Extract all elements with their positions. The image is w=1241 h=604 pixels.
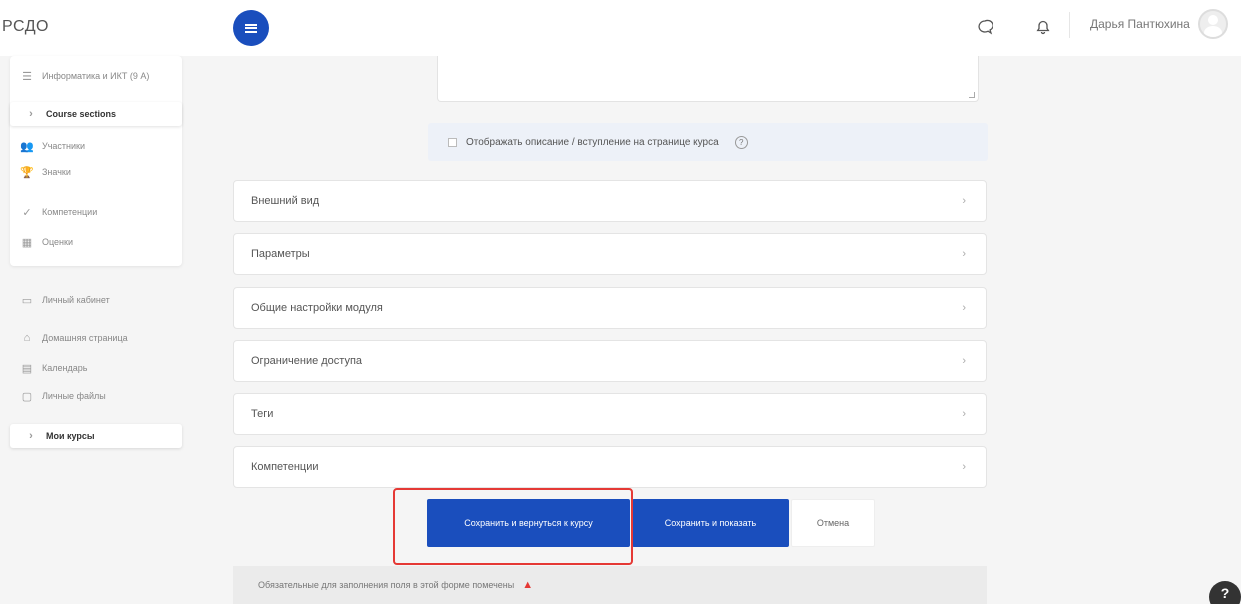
section-competencies[interactable]: Компетенции ›	[233, 446, 987, 488]
sidebar-item-my-courses[interactable]: › Мои курсы	[10, 424, 182, 448]
divider	[1069, 12, 1070, 38]
sidebar-item-course[interactable]: ☰ Информатика и ИКТ (9 А)	[10, 64, 182, 88]
top-navbar: РСДО Дарья Пантюхина	[0, 0, 1241, 56]
description-textarea[interactable]	[437, 56, 979, 102]
menu-toggle-button[interactable]	[233, 10, 269, 46]
chevron-right-icon: ›	[962, 461, 966, 473]
sidebar-item-label: Оценки	[42, 237, 73, 247]
sidebar-item-course-sections[interactable]: › Course sections	[10, 102, 182, 126]
sidebar-item-calendar[interactable]: ▤ Календарь	[10, 356, 182, 380]
chevron-right-icon: ›	[962, 302, 966, 314]
avatar[interactable]	[1198, 9, 1228, 39]
section-title: Теги	[251, 408, 274, 420]
check-icon: ✓	[22, 206, 32, 219]
sidebar-item-label: Компетенции	[42, 207, 98, 217]
chevron-icon: ›	[29, 108, 33, 120]
help-icon[interactable]: ?	[734, 135, 748, 149]
sidebar-item-label: Личный кабинет	[42, 295, 110, 305]
user-name[interactable]: Дарья Пантюхина	[1090, 17, 1190, 31]
sidebar-item-label: Мои курсы	[46, 431, 95, 441]
sidebar-item-label: Значки	[42, 167, 71, 177]
show-description-label: Отображать описание / вступление на стра…	[466, 136, 719, 148]
warning-icon: ▲	[522, 579, 534, 591]
sidebar-item-participants[interactable]: 👥 Участники	[10, 134, 182, 158]
chevron-right-icon: ›	[962, 408, 966, 420]
chevron-right-icon: ›	[962, 248, 966, 260]
sidebar-item-label: Домашняя страница	[42, 333, 128, 343]
section-access-restrictions[interactable]: Ограничение доступа ›	[233, 340, 987, 382]
required-note-text: Обязательные для заполнения поля в этой …	[258, 580, 515, 590]
messages-icon[interactable]	[974, 16, 996, 38]
notifications-icon[interactable]	[1032, 16, 1054, 38]
show-description-row: Отображать описание / вступление на стра…	[428, 123, 988, 161]
sidebar-item-competencies[interactable]: ✓ Компетенции	[10, 200, 182, 224]
required-fields-note: Обязательные для заполнения поля в этой …	[233, 566, 987, 604]
general-navigation: ▭ Личный кабинет ⌂ Домашняя страница ▤ К…	[10, 280, 182, 460]
sidebar-item-grades[interactable]: ▦ Оценки	[10, 230, 182, 254]
section-title: Внешний вид	[251, 195, 320, 207]
help-fab-button[interactable]: ?	[1209, 581, 1241, 604]
course-icon: ☰	[22, 70, 32, 83]
section-common-module-settings[interactable]: Общие настройки модуля ›	[233, 287, 987, 329]
sidebar-item-label: Course sections	[46, 109, 117, 119]
save-and-return-button[interactable]: Сохранить и вернуться к курсу	[427, 499, 630, 547]
sidebar-item-private-files[interactable]: ▢ Личные файлы	[10, 384, 182, 408]
sidebar-item-label: Информатика и ИКТ (9 А)	[42, 71, 150, 81]
users-icon: 👥	[20, 140, 34, 153]
save-and-display-button[interactable]: Сохранить и показать	[632, 499, 789, 547]
sidebar-item-home[interactable]: ⌂ Домашняя страница	[10, 326, 182, 350]
sidebar-item-label: Личные файлы	[42, 391, 106, 401]
sidebar-item-label: Участники	[42, 141, 85, 151]
chevron-icon: ›	[29, 430, 33, 442]
course-navigation: ☰ Информатика и ИКТ (9 А) › Course secti…	[10, 56, 182, 266]
chevron-right-icon: ›	[962, 355, 966, 367]
section-title: Ограничение доступа	[251, 355, 363, 367]
section-tags[interactable]: Теги ›	[233, 393, 987, 435]
calendar-icon: ▤	[21, 362, 33, 375]
files-icon: ▢	[21, 390, 33, 403]
dashboard-icon: ▭	[21, 294, 33, 307]
sidebar-item-badges[interactable]: 🏆 Значки	[10, 160, 182, 184]
section-appearance[interactable]: Внешний вид ›	[233, 180, 987, 222]
sidebar-item-dashboard[interactable]: ▭ Личный кабинет	[10, 288, 182, 312]
trophy-icon: 🏆	[20, 166, 34, 179]
hamburger-icon	[245, 23, 257, 33]
section-title: Параметры	[251, 248, 310, 260]
show-description-checkbox[interactable]	[448, 137, 457, 147]
home-icon: ⌂	[23, 332, 31, 344]
chevron-right-icon: ›	[962, 195, 966, 207]
sidebar-item-label: Календарь	[42, 363, 88, 373]
cancel-button[interactable]: Отмена	[791, 499, 875, 547]
section-parameters[interactable]: Параметры ›	[233, 233, 987, 275]
resize-handle-icon[interactable]	[969, 92, 975, 98]
section-title: Общие настройки модуля	[251, 302, 383, 314]
site-brand[interactable]: РСДО	[2, 18, 49, 36]
section-title: Компетенции	[251, 461, 319, 473]
grades-icon: ▦	[21, 236, 33, 249]
